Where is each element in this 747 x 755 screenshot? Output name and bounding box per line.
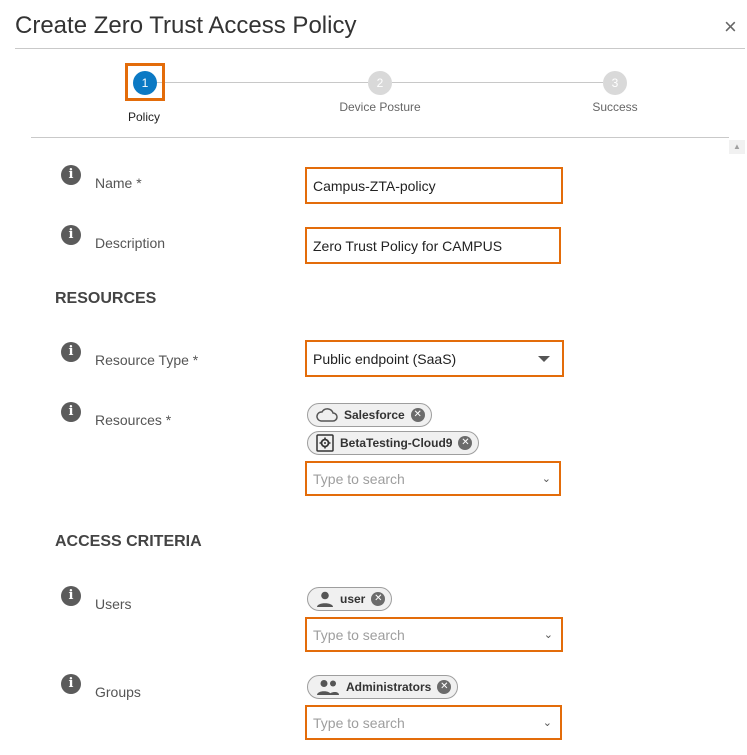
description-label: Description (95, 235, 166, 251)
resource-type-select[interactable]: Public endpoint (SaaS) (305, 340, 564, 377)
scroll-up-arrow[interactable]: ▲ (729, 140, 745, 154)
groups-label: Groups (95, 684, 141, 700)
people-icon (316, 679, 340, 695)
info-icon[interactable]: i (61, 586, 81, 606)
chip-label: Salesforce (344, 408, 405, 422)
step-2-circle[interactable]: 2 (368, 71, 392, 95)
resource-chip-salesforce: Salesforce ✕ (307, 403, 432, 427)
step-connector (392, 82, 603, 83)
dropdown-caret-icon (538, 355, 550, 362)
search-placeholder: Type to search (313, 714, 405, 731)
remove-chip-icon[interactable]: ✕ (437, 680, 452, 694)
stepper-divider (31, 137, 729, 138)
step-1-label: Policy (127, 110, 160, 124)
search-placeholder: Type to search (313, 470, 405, 487)
step-3-label: Success (592, 100, 638, 114)
search-placeholder: Type to search (313, 626, 405, 643)
user-chip: user ✕ (307, 587, 393, 611)
chevron-down-icon: ⌄ (543, 628, 553, 641)
dialog-title: Create Zero Trust Access Policy (15, 12, 357, 39)
chip-label: user (340, 592, 366, 606)
users-search-input[interactable]: Type to search ⌄ (305, 617, 563, 652)
info-icon[interactable]: i (61, 674, 81, 694)
gear-box-icon (316, 434, 334, 452)
resource-chip-betatesting: BetaTesting-Cloud9 ✕ (307, 431, 480, 455)
group-chip: Administrators ✕ (307, 675, 459, 699)
remove-chip-icon[interactable]: ✕ (371, 592, 386, 606)
header-divider (15, 48, 745, 49)
name-input[interactable]: Campus-ZTA-policy (305, 167, 563, 204)
close-icon[interactable]: × (724, 14, 737, 40)
step-connector (156, 82, 368, 83)
step-2-label: Device Posture (339, 100, 421, 114)
chevron-down-icon: ⌄ (542, 716, 552, 729)
cloud-icon (316, 408, 338, 422)
info-icon[interactable]: i (61, 225, 81, 245)
chevron-down-icon: ⌄ (541, 472, 551, 485)
description-input[interactable]: Zero Trust Policy for CAMPUS (305, 227, 561, 264)
person-icon (316, 591, 334, 607)
remove-chip-icon[interactable]: ✕ (458, 436, 473, 450)
step-1-circle[interactable]: 1 (133, 71, 157, 95)
chip-label: Administrators (346, 680, 432, 694)
users-label: Users (95, 596, 132, 612)
name-label: Name * (95, 175, 142, 191)
resources-search-input[interactable]: Type to search ⌄ (305, 461, 561, 496)
groups-search-input[interactable]: Type to search ⌄ (305, 705, 562, 740)
info-icon[interactable]: i (61, 402, 81, 422)
chip-label: BetaTesting-Cloud9 (340, 436, 453, 450)
access-criteria-section-heading: ACCESS CRITERIA (55, 533, 202, 550)
info-icon[interactable]: i (61, 165, 81, 185)
info-icon[interactable]: i (61, 342, 81, 362)
resources-label: Resources * (95, 412, 172, 428)
remove-chip-icon[interactable]: ✕ (410, 408, 425, 422)
resources-section-heading: RESOURCES (55, 290, 157, 307)
resource-type-value: Public endpoint (SaaS) (313, 350, 457, 367)
resource-type-label: Resource Type * (95, 352, 199, 368)
step-3-circle[interactable]: 3 (603, 71, 627, 95)
